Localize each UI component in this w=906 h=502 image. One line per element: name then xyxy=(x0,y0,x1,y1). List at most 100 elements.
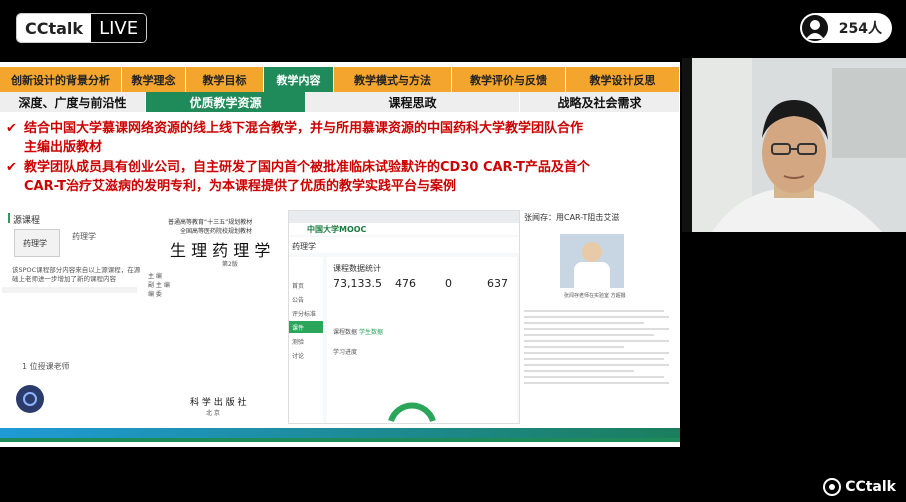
source-course-header: 源课程 xyxy=(13,216,41,226)
bullet-line: CAR-T治疗艾滋病的发明专利，为本课程提供了优质的教学实践平台与案例 xyxy=(24,179,456,194)
section-marker xyxy=(8,213,10,223)
live-label: LIVE xyxy=(91,14,147,42)
mooc-sub-title: 学习进度 xyxy=(333,349,358,356)
text-line xyxy=(524,316,669,318)
text-line xyxy=(524,364,669,366)
nav-top-item: 教学评价与反馈 xyxy=(452,67,566,92)
bullet-item: ✔ 教学团队成员具有创业公司，自主研发了国内首个被批准临床试验默许的CD30 C… xyxy=(6,158,676,198)
mooc-menu-item[interactable]: 测验 xyxy=(292,337,304,346)
mooc-course-bar: 药理学 xyxy=(289,237,519,253)
teacher-avatar[interactable] xyxy=(16,385,44,413)
checkmark-icon: ✔ xyxy=(6,121,17,136)
person-photo-icon xyxy=(582,242,602,262)
nav-top-item: 教学模式与方法 xyxy=(334,67,452,92)
checkmark-icon: ✔ xyxy=(6,160,17,175)
text-line xyxy=(524,340,669,342)
book-editor-label: 副 主 编 xyxy=(148,282,170,289)
slide-bottom-stripe-2 xyxy=(0,438,680,442)
cctalk-icon xyxy=(823,478,842,496)
bullet-item: ✔ 结合中国大学慕课网络资源的线上线下混合教学，并与所用慕课资源的中国药科大学教… xyxy=(6,119,676,159)
mooc-main: 课程数据统计 73,133.5 476 0 637 课程数据 学生数据 学习进度 xyxy=(327,257,517,423)
book-publisher: 科 学 出 版 社 xyxy=(190,398,247,408)
mooc-sidebar: 首页 公告 评分标准 课件 测验 讨论 xyxy=(289,257,323,423)
text-line xyxy=(524,376,664,378)
browser-bar xyxy=(289,211,519,223)
footer-cctalk-logo: CCtalk xyxy=(823,478,896,496)
article-photo xyxy=(560,234,624,288)
avatar-ring-icon xyxy=(23,392,37,406)
nav-top-item: 创新设计的背景分析 xyxy=(0,67,122,92)
user-avatar-icon xyxy=(802,15,828,41)
divider xyxy=(2,287,137,293)
nav-top-item: 教学目标 xyxy=(186,67,264,92)
nav-top-item: 教学理念 xyxy=(122,67,186,92)
course-desc: 础上老师进一步增加了新的课程内容 xyxy=(12,275,116,283)
nav-sub-item-active: 优质教学资源 xyxy=(146,92,306,112)
progress-gauge xyxy=(388,402,436,423)
book-series: 普通高等教育“十三五”规划教材 xyxy=(168,219,253,226)
mooc-stat: 73,133.5 xyxy=(333,277,382,290)
text-line xyxy=(524,310,664,312)
webcam-video-icon xyxy=(682,58,906,232)
text-line xyxy=(524,334,654,336)
text-line xyxy=(524,370,634,372)
teacher-webcam[interactable] xyxy=(682,58,906,232)
nav-top-item: 教学设计反思 xyxy=(566,67,680,92)
slide-bullets: ✔ 结合中国大学慕课网络资源的线上线下混合教学，并与所用慕课资源的中国药科大学教… xyxy=(0,117,680,207)
course-thumbnail: 药理学 xyxy=(14,229,60,257)
mooc-menu-item[interactable]: 评分标准 xyxy=(292,309,316,318)
cctalk-live-logo: CCtalk LIVE xyxy=(16,13,148,43)
labcoat-shape xyxy=(574,262,610,288)
text-line xyxy=(524,346,624,348)
mooc-menu-item[interactable]: 公告 xyxy=(292,295,304,304)
text-line xyxy=(524,382,669,384)
book-editor-label: 主 编 xyxy=(148,273,162,280)
book-city: 北 京 xyxy=(206,410,220,417)
mooc-menu-item[interactable]: 首页 xyxy=(292,281,304,290)
viewer-count: 254人 xyxy=(838,21,882,37)
nav-sub-item: 课程思政 xyxy=(306,92,520,112)
slide-nav-top: 创新设计的背景分析 教学理念 教学目标 教学内容 教学模式与方法 教学评价与反馈… xyxy=(0,67,680,92)
mooc-stat: 0 xyxy=(445,277,452,290)
book-edition: 第2版 xyxy=(222,261,238,268)
shared-slide: 创新设计的背景分析 教学理念 教学目标 教学内容 教学模式与方法 教学评价与反馈… xyxy=(0,62,680,447)
mooc-header: 中国大学MOOC xyxy=(289,223,519,235)
slide-bottom-stripe xyxy=(0,428,680,438)
textbook-cover: 普通高等教育“十三五”规划教材 全国高等医药院校规划教材 生 理 药 理 学 第… xyxy=(140,209,288,424)
article-title: 张闻存：用CAR-T阻击艾滋 xyxy=(524,213,620,222)
nav-sub-item: 深度、广度与前沿性 xyxy=(0,92,146,112)
bullet-line: 教学团队成员具有创业公司，自主研发了国内首个被批准临床试验默许的CD30 CAR… xyxy=(24,160,590,175)
mooc-logo: 中国大学MOOC xyxy=(307,225,367,234)
text-line xyxy=(524,322,644,324)
bullet-line: 主编出版教材 xyxy=(24,140,103,155)
mooc-section-title: 课程数据统计 xyxy=(333,264,381,273)
mooc-stat: 637 xyxy=(487,277,508,290)
brand-name: CCtalk xyxy=(17,14,92,42)
mooc-menu-item[interactable]: 讨论 xyxy=(292,351,304,360)
footer-brand: CCtalk xyxy=(845,479,896,495)
course-name: 药理学 xyxy=(72,232,96,241)
article-body xyxy=(524,306,674,416)
nav-sub-item: 战略及社会需求 xyxy=(520,92,680,112)
mooc-menu-active[interactable]: 课件 xyxy=(289,321,323,333)
news-article-screenshot: 张闻存：用CAR-T阻击艾滋 张闻存老师在实验室 方超摄 xyxy=(520,210,680,424)
mooc-menu-item: 课件 xyxy=(292,325,305,332)
course-thumb-label: 药理学 xyxy=(23,239,47,248)
mooc-tab[interactable]: 课程数据 xyxy=(333,327,357,336)
mooc-course-name: 药理学 xyxy=(292,242,316,251)
book-editor-label: 编 委 xyxy=(148,291,162,298)
viewer-count-badge[interactable]: 254人 xyxy=(800,13,892,43)
text-line xyxy=(524,328,669,330)
mooc-dashboard-screenshot: 中国大学MOOC 药理学 首页 公告 评分标准 课件 测验 讨论 课程数据统计 … xyxy=(288,210,520,424)
nav-top-item-active: 教学内容 xyxy=(264,67,334,92)
text-line xyxy=(524,358,664,360)
teacher-header: 1 位授课老师 xyxy=(22,362,70,371)
slide-nav-sub: 深度、广度与前沿性 优质教学资源 课程思政 战略及社会需求 xyxy=(0,92,680,112)
mooc-stat: 476 xyxy=(395,277,416,290)
article-caption: 张闻存老师在实验室 方超摄 xyxy=(564,293,626,299)
book-series: 全国高等医药院校规划教材 xyxy=(180,228,253,235)
book-title: 生 理 药 理 学 xyxy=(170,241,271,260)
bullet-line: 结合中国大学慕课网络资源的线上线下混合教学，并与所用慕课资源的中国药科大学教学团… xyxy=(24,121,584,136)
mooc-tab-active[interactable]: 学生数据 xyxy=(359,327,383,336)
course-panel-screenshot: 源课程 药理学 药理学 该SPOC课程部分内容来自以上源课程，在源课 础上老师进… xyxy=(2,209,147,424)
